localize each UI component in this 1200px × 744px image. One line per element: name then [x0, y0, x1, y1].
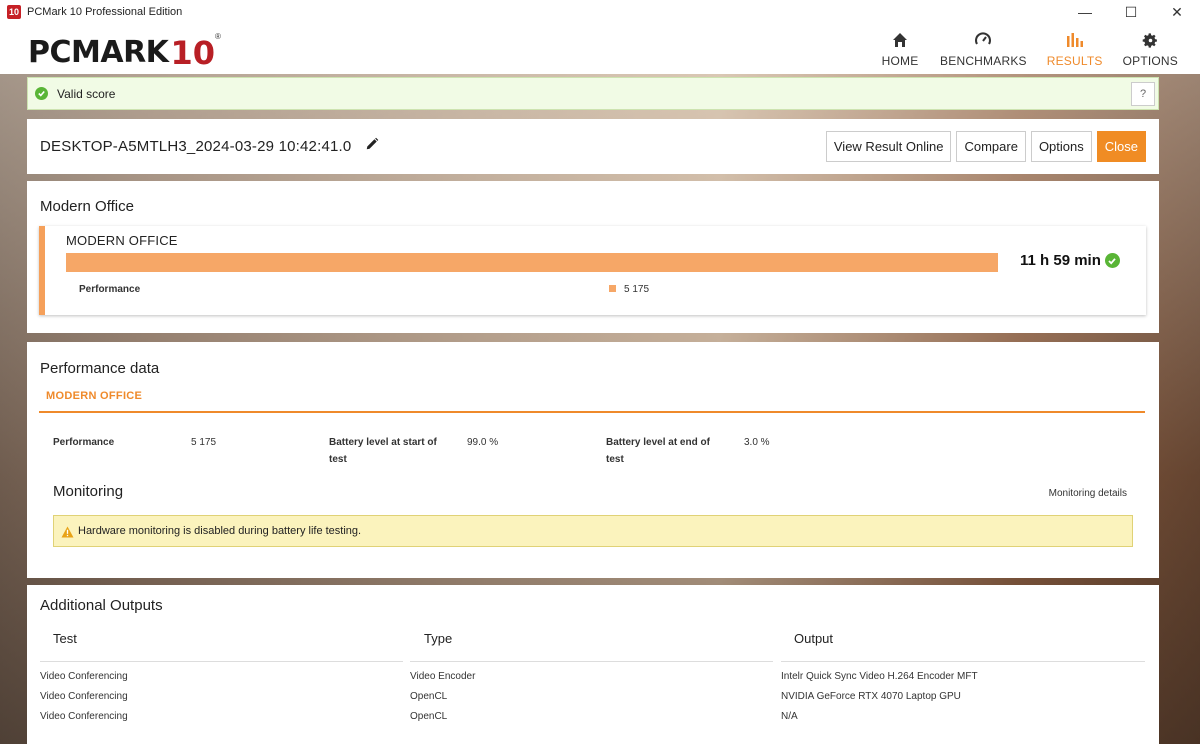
additional-outputs-panel: Additional Outputs Test Type Output Vide…	[27, 585, 1159, 744]
gauge-icon	[973, 30, 993, 50]
result-name: DESKTOP-A5MTLH3_2024-03-29 10:42:41.0	[40, 138, 352, 155]
field-battery-end-label: Battery level at end of test	[606, 437, 710, 465]
check-icon	[1104, 253, 1120, 268]
field-battery-start-value: 99.0 %	[467, 437, 499, 448]
performance-swatch	[609, 285, 616, 292]
monitoring-title: Monitoring	[53, 483, 124, 500]
main-nav: HOME BENCHMARKS RESULTS OPTIONS	[870, 24, 1188, 74]
nav-results[interactable]: RESULTS	[1037, 24, 1113, 74]
battery-life-score: 11 h 59 min	[1020, 252, 1120, 269]
score-bar	[66, 253, 998, 272]
tab-underline	[39, 411, 1145, 413]
tab-modern-office[interactable]: MODERN OFFICE	[46, 390, 142, 402]
compare-button[interactable]: Compare	[956, 131, 1026, 162]
result-header-panel: DESKTOP-A5MTLH3_2024-03-29 10:42:41.0 Vi…	[27, 119, 1159, 174]
valid-score-bar: Valid score ?	[27, 77, 1159, 110]
column-header-test: Test	[53, 631, 77, 646]
table-cell: Intelr Quick Sync Video H.264 Encoder MF…	[781, 671, 978, 682]
column-header-type: Type	[424, 631, 453, 646]
nav-benchmarks[interactable]: BENCHMARKS	[930, 24, 1037, 74]
modern-office-title: Modern Office	[40, 198, 134, 215]
help-button[interactable]: ?	[1131, 82, 1155, 106]
table-cell: NVIDIA GeForce RTX 4070 Laptop GPU	[781, 691, 961, 702]
nav-options-label: OPTIONS	[1122, 54, 1178, 68]
column-separator	[40, 661, 403, 662]
table-cell: OpenCL	[410, 711, 448, 722]
table-cell: Video Conferencing	[40, 711, 128, 722]
table-cell: Video Conferencing	[40, 671, 128, 682]
logo-number: 10	[170, 34, 215, 72]
nav-benchmarks-label: BENCHMARKS	[940, 54, 1027, 68]
pencil-icon[interactable]	[365, 137, 381, 153]
window-controls: — ☐ ✕	[1062, 0, 1200, 24]
view-result-online-button[interactable]: View Result Online	[825, 131, 952, 162]
nav-home[interactable]: HOME	[870, 24, 930, 74]
window-title: PCMark 10 Professional Edition	[27, 6, 183, 18]
app-header: PCMARK 10 ® HOME BENCHMARKS RESULTS OPTI…	[0, 24, 1200, 74]
field-performance-value: 5 175	[191, 437, 217, 448]
additional-outputs-title: Additional Outputs	[40, 597, 163, 614]
field-battery-end-value: 3.0 %	[744, 437, 770, 448]
result-actions: View Result Online Compare Options Close	[825, 131, 1146, 162]
performance-value: 5 175	[624, 284, 650, 295]
field-performance-label: Performance	[53, 437, 115, 448]
app-icon: 10	[7, 5, 21, 19]
close-button[interactable]: Close	[1096, 131, 1146, 162]
modern-office-card: MODERN OFFICE Performance 5 175 11 h 59 …	[39, 226, 1146, 315]
nav-options[interactable]: OPTIONS	[1113, 24, 1188, 74]
options-button[interactable]: Options	[1030, 131, 1092, 162]
table-cell: OpenCL	[410, 691, 448, 702]
logo-registered: ®	[214, 32, 221, 41]
logo-text: PCMARK	[28, 35, 169, 70]
monitoring-details-link[interactable]: Monitoring details	[1049, 488, 1127, 499]
table-cell: Video Encoder	[410, 671, 476, 682]
modern-office-card-title: MODERN OFFICE	[66, 233, 178, 248]
minimize-button[interactable]: —	[1062, 0, 1108, 24]
performance-data-panel: Performance data MODERN OFFICE Performan…	[27, 342, 1159, 578]
modern-office-panel: Modern Office MODERN OFFICE Performance …	[27, 181, 1159, 333]
window-titlebar: 10 PCMark 10 Professional Edition — ☐ ✕	[0, 0, 1200, 24]
performance-label: Performance	[79, 284, 141, 295]
maximize-button[interactable]: ☐	[1108, 0, 1154, 24]
valid-score-text: Valid score	[57, 86, 116, 101]
column-header-output: Output	[794, 631, 834, 646]
column-separator	[781, 661, 1145, 662]
field-battery-start-label: Battery level at start of test	[329, 437, 437, 465]
table-cell: Video Conferencing	[40, 691, 128, 702]
table-cell: N/A	[781, 711, 798, 722]
performance-data-title: Performance data	[40, 360, 160, 377]
warning-icon	[61, 525, 74, 538]
gear-icon	[1140, 30, 1160, 50]
bar-chart-icon	[1065, 30, 1085, 50]
close-window-button[interactable]: ✕	[1154, 0, 1200, 24]
check-icon	[35, 87, 48, 100]
pcmark-logo: PCMARK 10 ®	[28, 30, 221, 70]
nav-results-label: RESULTS	[1046, 54, 1103, 68]
monitoring-warning: Hardware monitoring is disabled during b…	[53, 515, 1133, 547]
column-separator	[410, 661, 773, 662]
battery-life-score-text: 11 h 59 min	[1020, 252, 1101, 269]
score-bar-fill	[66, 253, 998, 272]
home-icon	[890, 30, 910, 50]
monitoring-warning-text: Hardware monitoring is disabled during b…	[78, 525, 362, 537]
nav-home-label: HOME	[881, 54, 919, 68]
